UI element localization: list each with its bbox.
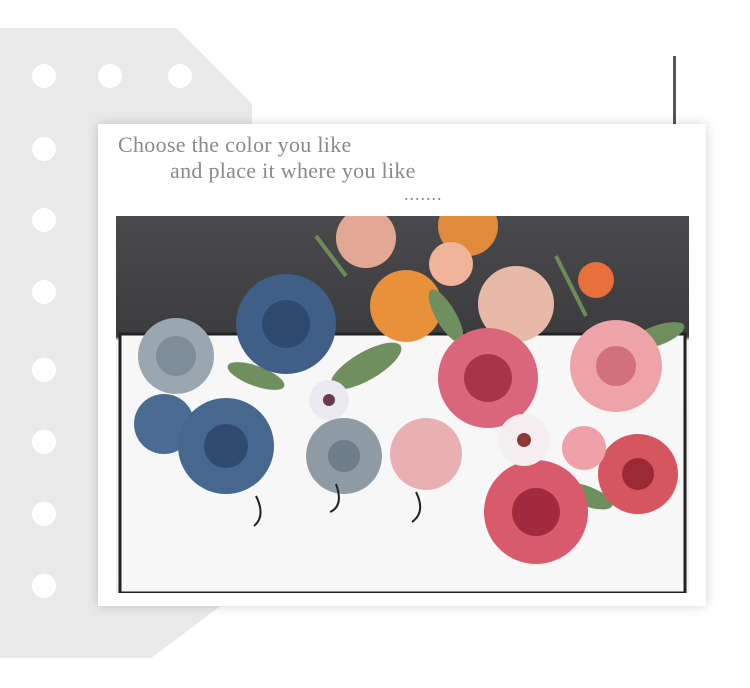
decorative-dot [32,574,56,598]
flower-photo [116,216,689,593]
decorative-dot [32,64,56,88]
product-card: Choose the color you like and place it w… [98,124,706,606]
orange-bouquet [314,216,614,342]
decorative-dot [168,64,192,88]
decorative-dot [32,502,56,526]
decorative-dot [32,280,56,304]
flower-bouquets-illustration [118,216,687,593]
decorative-dot [32,430,56,454]
headline-line-2: and place it where you like [170,158,416,183]
decorative-dot [32,137,56,161]
decorative-dot [98,64,122,88]
headline-line-1: Choose the color you like [118,132,352,157]
decorative-dot [32,358,56,382]
decorative-dot [32,208,56,232]
headline-ellipsis: ....... [404,184,443,204]
